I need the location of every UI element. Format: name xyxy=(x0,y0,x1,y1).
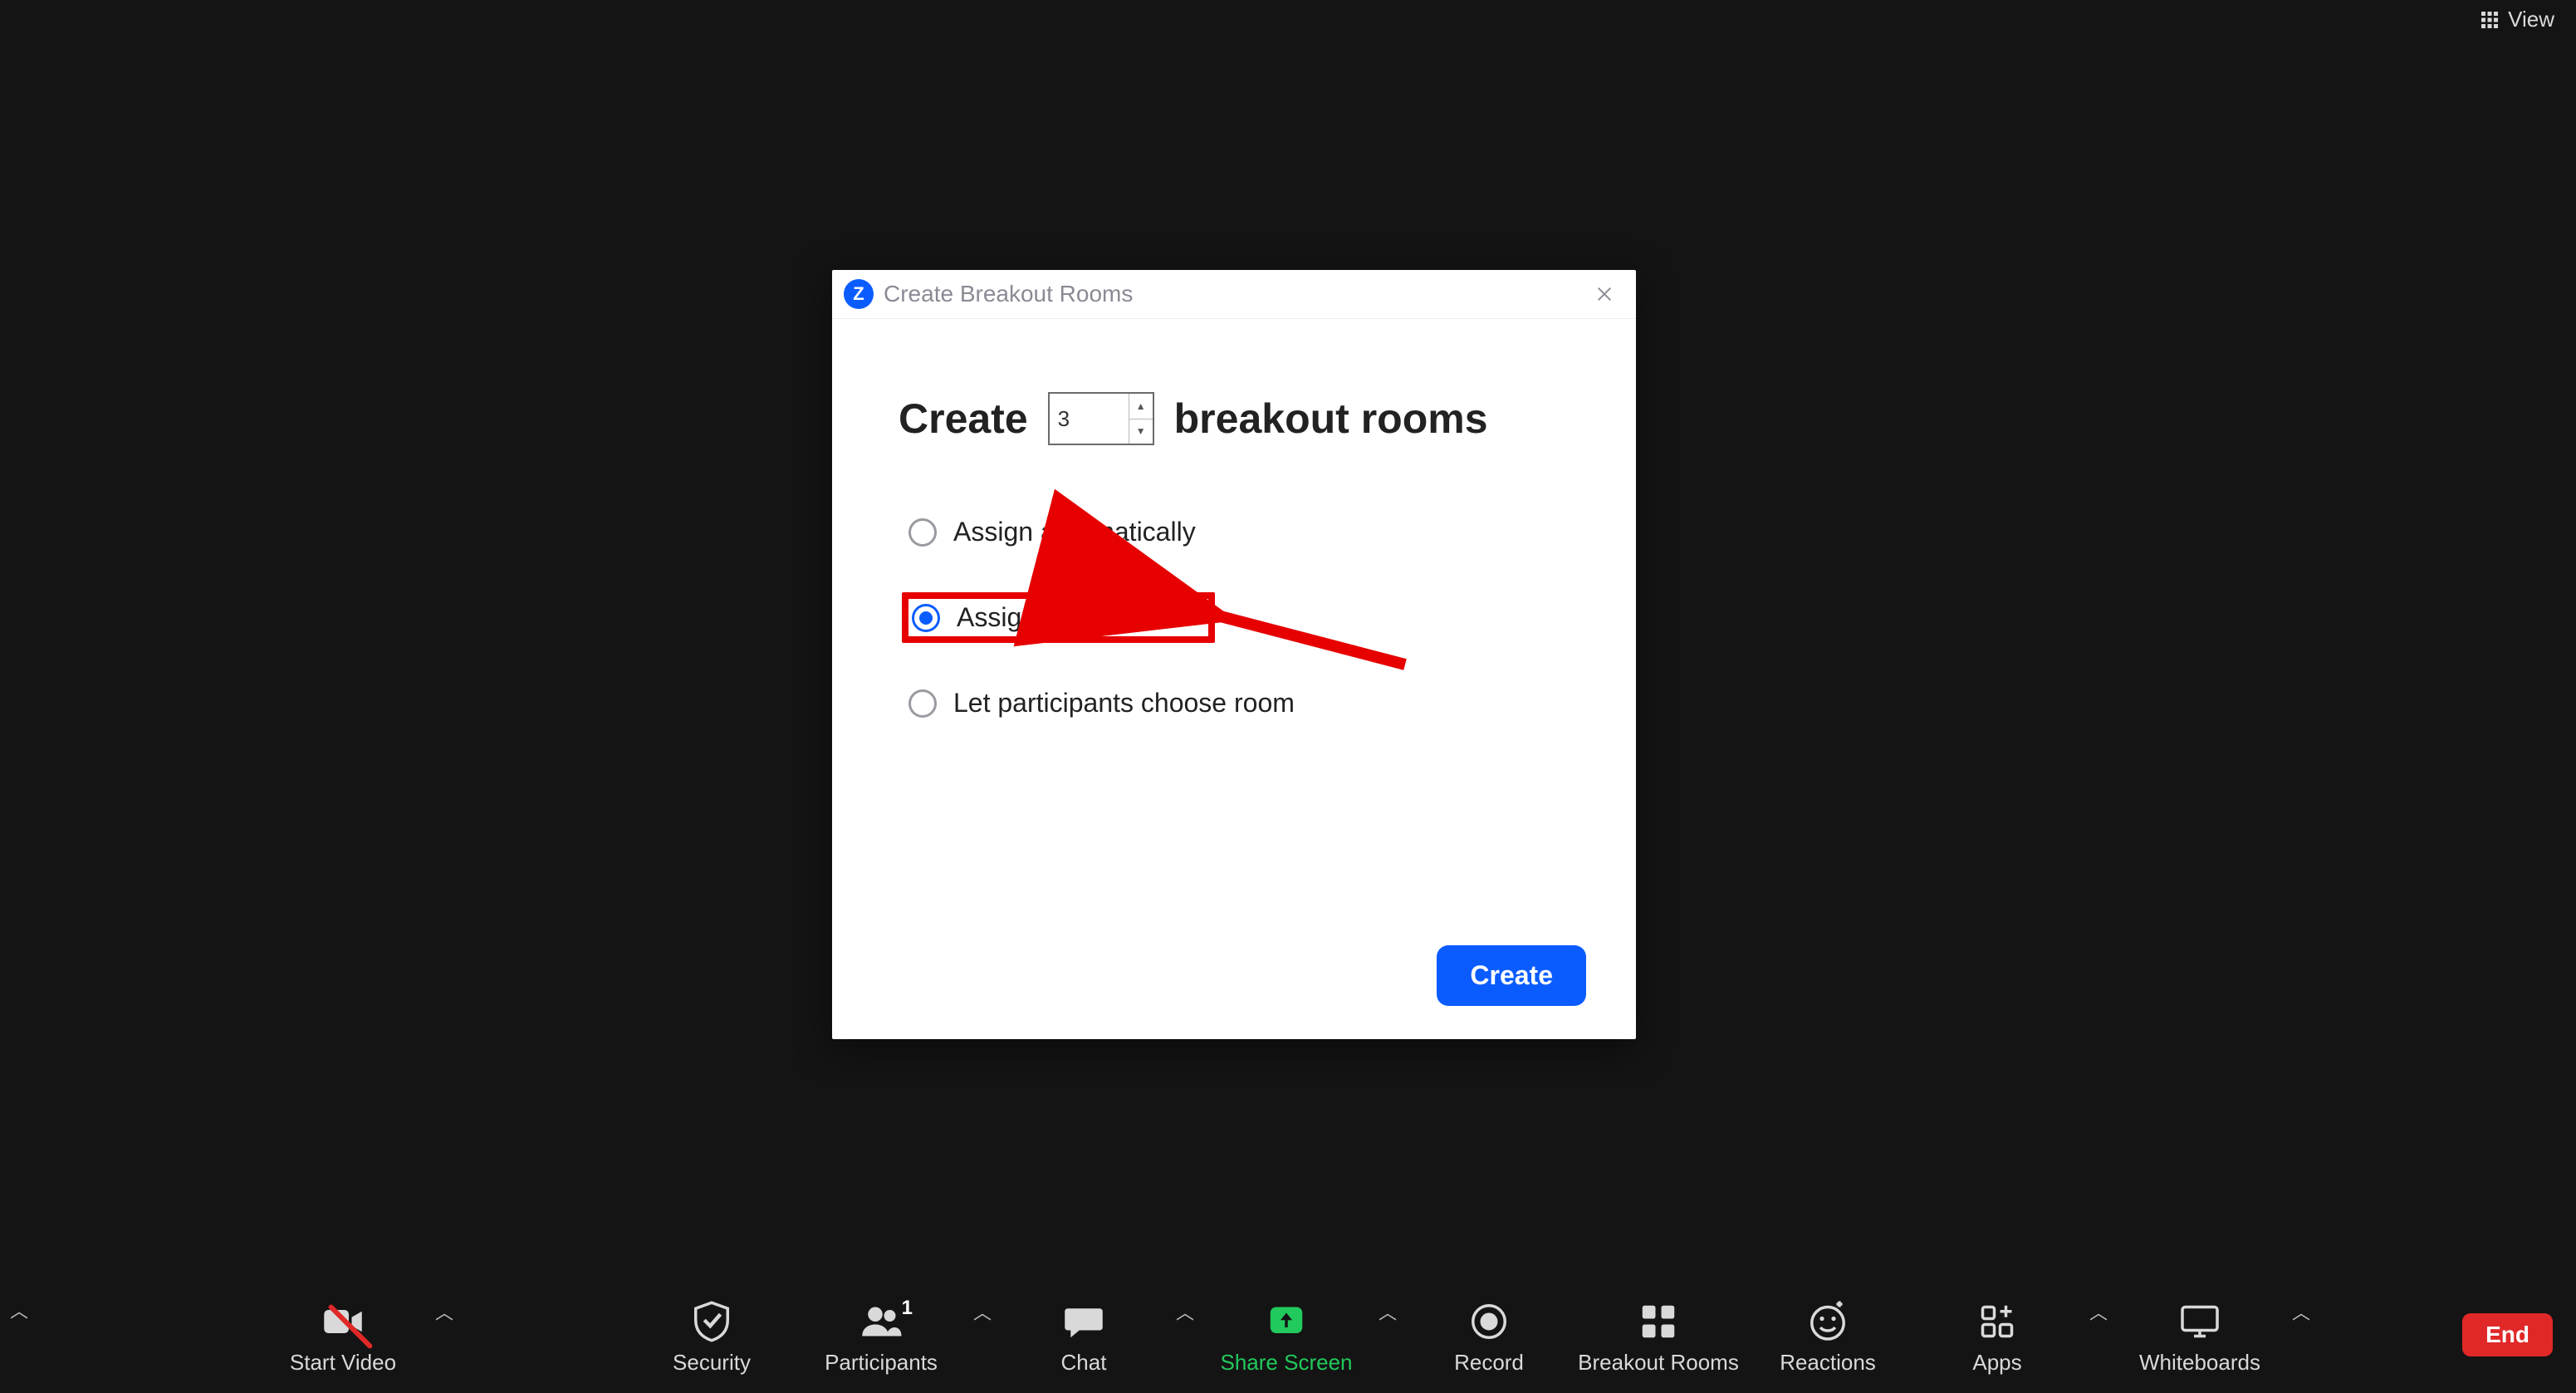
participants-label: Participants xyxy=(825,1350,938,1376)
room-count-stepper[interactable]: ▲ ▼ xyxy=(1048,392,1154,445)
step-down-button[interactable]: ▼ xyxy=(1129,419,1153,444)
start-video-menu-caret-left[interactable]: ︿ xyxy=(10,1297,28,1323)
option-manual[interactable]: Assign manually xyxy=(912,602,1150,633)
option-label: Let participants choose room xyxy=(953,688,1295,719)
toolbar-group: Start Video ︿ Security 1 Participants ︿ xyxy=(258,1280,2318,1390)
reactions-icon xyxy=(1805,1298,1851,1345)
share-screen-icon xyxy=(1263,1298,1310,1345)
shield-icon xyxy=(688,1298,735,1345)
security-button[interactable]: Security xyxy=(627,1280,796,1390)
room-count-input[interactable] xyxy=(1050,393,1126,444)
record-icon xyxy=(1466,1298,1512,1345)
close-button[interactable] xyxy=(1588,277,1621,311)
radio-icon xyxy=(908,518,937,547)
chat-button[interactable]: Chat xyxy=(999,1280,1168,1390)
view-button[interactable]: View xyxy=(2473,3,2561,36)
security-label: Security xyxy=(673,1350,751,1376)
option-auto[interactable]: Assign automatically xyxy=(908,517,1196,547)
option-auto-wrap: Assign automatically xyxy=(902,510,1209,554)
heading-prefix: Create xyxy=(899,395,1028,443)
dialog-titlebar: Z Create Breakout Rooms xyxy=(832,270,1636,319)
participants-button[interactable]: 1 Participants xyxy=(796,1280,966,1390)
assignment-options: Assign automatically Assign manually Let p… xyxy=(902,510,1570,725)
dialog-title: Create Breakout Rooms xyxy=(884,281,1588,307)
radio-icon xyxy=(912,604,940,632)
participants-menu-caret[interactable]: ︿ xyxy=(966,1298,999,1325)
whiteboards-button[interactable]: Whiteboards xyxy=(2115,1280,2285,1390)
record-label: Record xyxy=(1454,1350,1524,1376)
radio-icon xyxy=(908,689,937,718)
share-screen-menu-caret[interactable]: ︿ xyxy=(1371,1298,1404,1325)
option-label: Assign manually xyxy=(957,602,1150,633)
start-video-button[interactable]: Start Video xyxy=(258,1280,428,1390)
apps-button[interactable]: Apps xyxy=(1912,1280,2082,1390)
start-video-label: Start Video xyxy=(290,1350,396,1376)
camera-off-icon xyxy=(320,1298,366,1345)
chat-icon xyxy=(1060,1298,1107,1345)
stepper-controls: ▲ ▼ xyxy=(1129,394,1153,444)
create-rooms-heading: Create ▲ ▼ breakout rooms xyxy=(899,392,1570,445)
whiteboards-label: Whiteboards xyxy=(2139,1350,2260,1376)
participants-count: 1 xyxy=(902,1297,913,1320)
apps-menu-caret[interactable]: ︿ xyxy=(2082,1298,2115,1325)
breakout-rooms-dialog: Z Create Breakout Rooms Create ▲ ▼ break… xyxy=(832,270,1636,1039)
record-button[interactable]: Record xyxy=(1404,1280,1574,1390)
meeting-toolbar: ︿ Start Video ︿ Security 1 xyxy=(0,1277,2576,1393)
create-button[interactable]: Create xyxy=(1437,945,1586,1006)
reactions-label: Reactions xyxy=(1780,1350,1876,1376)
option-choose[interactable]: Let participants choose room xyxy=(908,688,1295,719)
share-screen-button[interactable]: Share Screen xyxy=(1202,1280,1371,1390)
option-choose-wrap: Let participants choose room xyxy=(902,681,1308,725)
option-manual-wrap: Assign manually xyxy=(902,592,1215,643)
zoom-logo-icon: Z xyxy=(844,279,874,309)
participants-icon: 1 xyxy=(858,1298,904,1345)
breakout-rooms-button[interactable]: Breakout Rooms xyxy=(1574,1280,1743,1390)
chat-label: Chat xyxy=(1061,1350,1107,1376)
whiteboards-menu-caret[interactable]: ︿ xyxy=(2285,1298,2318,1325)
apps-label: Apps xyxy=(1972,1350,2021,1376)
apps-icon xyxy=(1974,1298,2020,1345)
heading-suffix: breakout rooms xyxy=(1174,395,1488,443)
step-up-button[interactable]: ▲ xyxy=(1129,394,1153,419)
grid-icon xyxy=(2480,10,2500,30)
end-button[interactable]: End xyxy=(2462,1313,2553,1356)
start-video-menu-caret[interactable]: ︿ xyxy=(428,1298,461,1325)
chat-menu-caret[interactable]: ︿ xyxy=(1168,1298,1202,1325)
reactions-button[interactable]: Reactions xyxy=(1743,1280,1912,1390)
breakout-rooms-label: Breakout Rooms xyxy=(1578,1350,1739,1376)
view-label: View xyxy=(2508,7,2554,32)
whiteboards-icon xyxy=(2177,1298,2223,1345)
breakout-rooms-icon xyxy=(1635,1298,1682,1345)
option-label: Assign automatically xyxy=(953,517,1196,547)
share-screen-label: Share Screen xyxy=(1221,1350,1353,1376)
